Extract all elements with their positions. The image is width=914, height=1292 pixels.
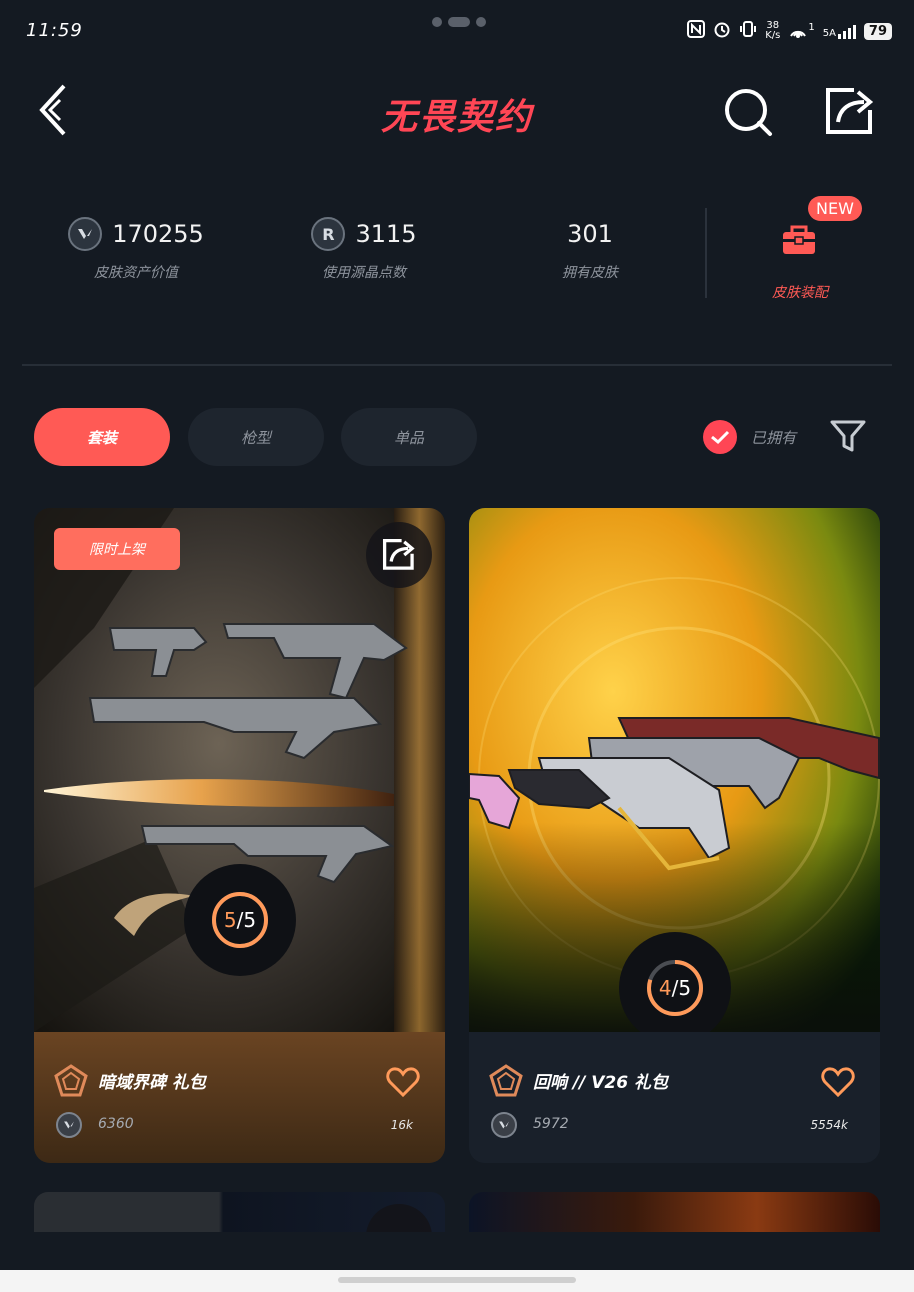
search-icon — [725, 89, 772, 136]
signal-strength: 5A — [823, 23, 856, 39]
signal-icon — [837, 23, 856, 39]
app-header: 无畏契约 — [0, 70, 914, 150]
stat-label: 皮肤资产价值 — [94, 265, 178, 281]
progress-owned: 5 — [223, 908, 237, 932]
stat-label: 使用源晶点数 — [322, 265, 406, 281]
search-button[interactable] — [722, 86, 774, 138]
bundle-name: 回响 // V26 礼包 — [533, 1073, 668, 1093]
bundle-card[interactable]: 4/5 回响 // V26 礼包 5972 5554k — [469, 508, 880, 1163]
heart-icon — [821, 1067, 855, 1098]
net-speed-unit: K/s — [765, 30, 781, 41]
progress-text: 4/5 — [619, 932, 731, 1044]
status-time: 11:59 — [26, 20, 83, 41]
nfc-icon — [687, 20, 706, 42]
stat-value: 301 — [567, 220, 613, 248]
status-bar: 11:59 38 K/s 1 5A 79 — [0, 0, 914, 62]
share-icon — [382, 538, 415, 570]
stats-divider — [705, 208, 707, 298]
tab-bundle[interactable]: 套装 — [34, 408, 170, 466]
like-button[interactable] — [386, 1066, 420, 1098]
loadout-bag-icon — [783, 225, 815, 254]
vp-coin-icon — [56, 1112, 82, 1138]
bundle-info: 回响 // V26 礼包 5972 5554k — [469, 1032, 880, 1163]
collection-progress: 5/5 — [184, 864, 296, 976]
heart-icon — [386, 1067, 420, 1098]
card-share-button[interactable] — [366, 1204, 432, 1232]
bundle-info: 暗域界碑 礼包 6360 16k — [34, 1032, 445, 1163]
share-button[interactable] — [824, 86, 876, 138]
vibrate-icon — [739, 20, 757, 42]
battery-indicator: 79 — [863, 22, 892, 40]
alarm-icon — [713, 20, 731, 42]
hotspot-count: 1 — [808, 22, 815, 33]
progress-separator: / — [236, 908, 244, 932]
bundle-name: 暗域界碑 礼包 — [98, 1073, 206, 1093]
hotspot-icon: 1 — [788, 22, 815, 40]
bundle-card-partial[interactable] — [34, 1192, 445, 1232]
vp-coin-icon — [68, 217, 103, 251]
progress-text: 5/5 — [184, 864, 296, 976]
collection-progress: 4/5 — [619, 932, 731, 1044]
vp-coin-icon — [491, 1112, 517, 1138]
asset-stats: 170255 皮肤资产价值 R 3115 使用源晶点数 301 拥有皮肤 NEW… — [0, 196, 914, 310]
tab-single-item[interactable]: 单品 — [341, 408, 477, 466]
bundle-card-partial[interactable] — [469, 1192, 880, 1232]
stat-label: 拥有皮肤 — [562, 265, 618, 281]
progress-owned: 4 — [658, 976, 672, 1000]
owned-filter-label: 已拥有 — [751, 428, 797, 447]
stat-owned-skins: 301 拥有皮肤 — [500, 216, 680, 282]
share-icon — [826, 88, 874, 134]
funnel-icon — [830, 420, 866, 452]
progress-separator: / — [671, 976, 679, 1000]
multitask-handle[interactable] — [432, 17, 486, 27]
status-icons: 38 K/s 1 5A 79 — [687, 20, 892, 42]
like-count: 5554k — [810, 1118, 849, 1132]
filter-button[interactable] — [828, 416, 868, 456]
progress-total: 5 — [678, 976, 692, 1000]
new-badge: NEW — [808, 196, 862, 221]
limited-time-badge: 限时上架 — [54, 528, 180, 570]
bundle-price: 6360 — [98, 1116, 134, 1132]
stat-radianite-points: R 3115 使用源晶点数 — [274, 216, 454, 282]
bundle-pack-icon — [54, 1064, 88, 1097]
page-title: 无畏契约 — [380, 97, 533, 138]
home-indicator[interactable] — [338, 1277, 576, 1283]
like-count: 16k — [390, 1118, 413, 1132]
card-share-button[interactable] — [366, 522, 432, 588]
check-icon — [703, 420, 737, 454]
bundle-card[interactable]: 限时上架 5/5 暗域界碑 礼包 6360 16k — [34, 508, 445, 1163]
stat-value: 170255 — [112, 220, 204, 248]
bundle-price: 5972 — [533, 1116, 569, 1132]
owned-filter-toggle[interactable]: 已拥有 — [703, 420, 796, 454]
network-type: 5A — [822, 28, 836, 39]
radianite-coin-icon: R — [311, 217, 346, 251]
tab-weapon-type[interactable]: 枪型 — [188, 408, 324, 466]
stat-value: 3115 — [355, 220, 417, 248]
like-button[interactable] — [821, 1066, 855, 1098]
stat-skin-value: 170255 皮肤资产价值 — [46, 216, 226, 282]
loadout-label: 皮肤装配 — [772, 285, 828, 301]
progress-total: 5 — [243, 908, 257, 932]
net-speed: 38 K/s — [765, 21, 780, 41]
bundle-pack-icon — [489, 1064, 523, 1097]
section-divider — [22, 364, 892, 366]
